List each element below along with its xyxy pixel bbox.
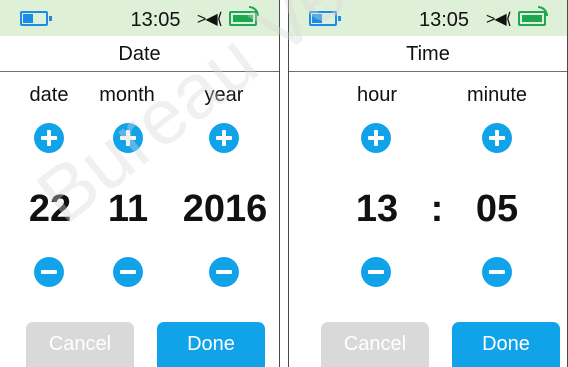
page-title: Time (289, 36, 567, 72)
date-decrement-button[interactable] (34, 257, 64, 287)
month-label: month (99, 84, 155, 106)
done-button[interactable]: Done (452, 322, 560, 367)
minute-value: 05 (475, 188, 519, 230)
year-decrement-button[interactable] (209, 257, 239, 287)
minute-increment-button[interactable] (482, 123, 512, 153)
speaker-icon: >◀⟨ (197, 11, 223, 28)
page-title: Date (0, 36, 279, 72)
date-label: date (29, 84, 69, 106)
hour-increment-button[interactable] (361, 123, 391, 153)
date-increment-button[interactable] (34, 123, 64, 153)
hour-decrement-button[interactable] (361, 257, 391, 287)
year-label: year (204, 84, 244, 106)
minute-decrement-button[interactable] (482, 257, 512, 287)
time-settings-screen: 13:05 >◀⟨ Time hour minute 13 : 05 Cance… (288, 0, 568, 367)
cancel-button[interactable]: Cancel (26, 322, 134, 367)
status-bar: 13:05 >◀⟨ (0, 0, 279, 36)
date-settings-screen: 13:05 >◀⟨ Date date month year 22 11 201… (0, 0, 280, 367)
month-decrement-button[interactable] (113, 257, 143, 287)
hour-label: hour (356, 84, 398, 106)
year-increment-button[interactable] (209, 123, 239, 153)
signal-icon (229, 6, 259, 26)
month-value: 11 (107, 188, 149, 230)
year-value: 2016 (182, 188, 268, 230)
done-button[interactable]: Done (157, 322, 265, 367)
signal-icon (518, 6, 548, 26)
status-bar: 13:05 >◀⟨ (289, 0, 567, 36)
month-increment-button[interactable] (113, 123, 143, 153)
speaker-icon: >◀⟨ (486, 11, 512, 28)
cancel-button[interactable]: Cancel (321, 322, 429, 367)
minute-label: minute (466, 84, 528, 106)
